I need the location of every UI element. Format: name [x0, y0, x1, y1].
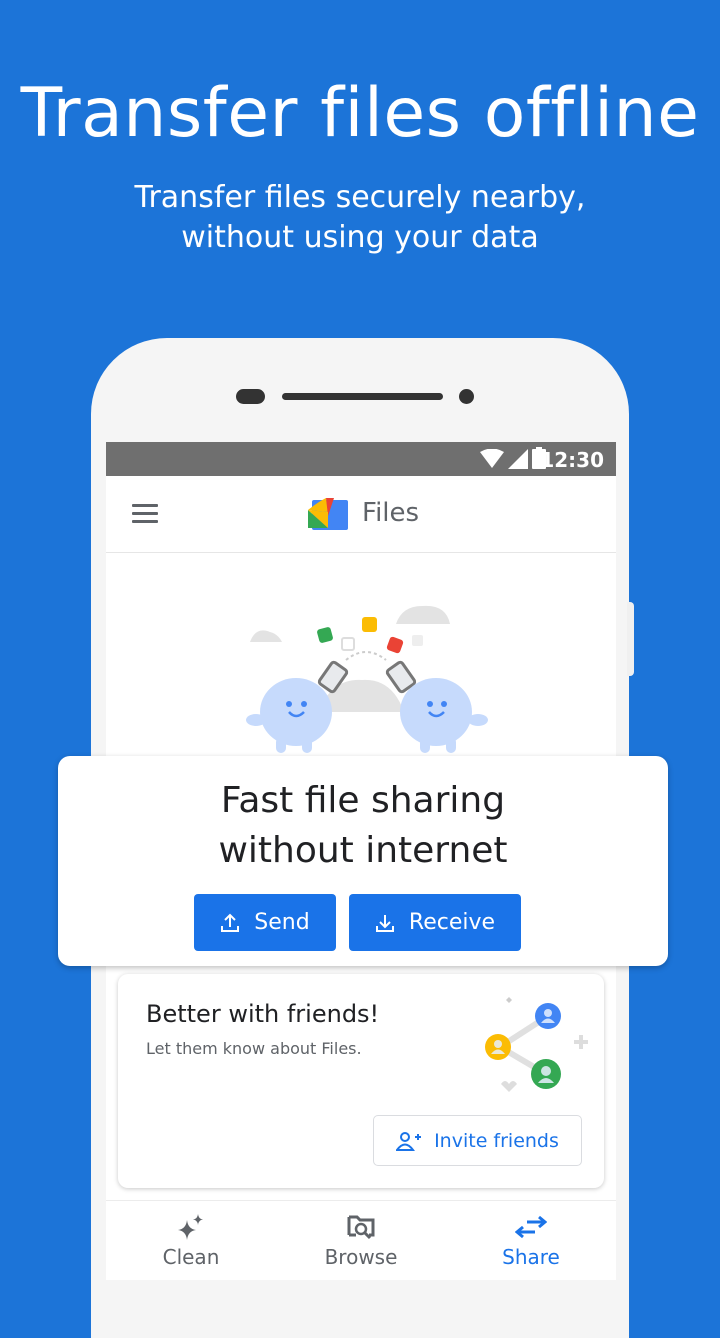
nav-item-browse[interactable]: Browse: [291, 1211, 431, 1269]
phone-speaker: [282, 393, 443, 400]
friends-card-subtitle: Let them know about Files.: [146, 1039, 362, 1058]
receive-label: Receive: [408, 910, 496, 935]
invite-friends-button[interactable]: Invite friends: [373, 1115, 582, 1166]
bottom-nav: Clean Browse Share: [106, 1200, 616, 1280]
status-time: 12:30: [540, 448, 604, 472]
right-character: [400, 678, 488, 753]
download-icon: [375, 914, 394, 932]
phone-camera: [459, 389, 474, 404]
nav-label-clean: Clean: [162, 1245, 220, 1269]
sparkle-icon: [178, 1214, 203, 1240]
files-logo-icon: [308, 498, 348, 530]
friends-card-title: Better with friends!: [146, 1000, 380, 1028]
person-add-icon: [396, 1131, 422, 1151]
phone-side-button: [627, 602, 634, 676]
nav-item-clean[interactable]: Clean: [121, 1211, 261, 1269]
invite-friends-label: Invite friends: [434, 1129, 559, 1152]
nav-item-share[interactable]: Share: [461, 1211, 601, 1269]
send-label: Send: [254, 910, 310, 935]
signal-icon: [508, 449, 528, 469]
folder-search-icon: [347, 1215, 375, 1240]
share-network-illustration: [485, 997, 588, 1092]
share-card-title-line2: without internet: [218, 830, 508, 871]
swap-arrows-icon: [515, 1215, 547, 1239]
app-bar: Files: [106, 476, 616, 553]
share-card: Fast file sharing without internet Send …: [58, 756, 668, 966]
file-sharing-illustration: [246, 605, 488, 753]
nav-label-share: Share: [502, 1245, 560, 1269]
hero-subtitle: Transfer files securely nearby, without …: [0, 178, 720, 258]
app-title: Files: [362, 498, 420, 528]
hero-subtitle-line2: without using your data: [181, 220, 539, 255]
upload-icon: [221, 913, 240, 932]
hero-subtitle-line1: Transfer files securely nearby,: [134, 180, 586, 215]
left-character: [246, 678, 332, 753]
phone-sensor: [236, 389, 265, 404]
status-icons: [480, 447, 546, 469]
send-button[interactable]: Send: [194, 894, 336, 951]
share-card-title: Fast file sharing without internet: [58, 776, 668, 876]
wifi-icon: [480, 449, 504, 468]
friends-card: Better with friends! Let them know about…: [118, 974, 604, 1188]
hero-title: Transfer files offline: [20, 74, 700, 153]
hamburger-menu-icon[interactable]: [132, 504, 158, 524]
status-bar: 12:30: [106, 442, 616, 476]
receive-button[interactable]: Receive: [349, 894, 521, 951]
share-card-title-line1: Fast file sharing: [220, 780, 506, 821]
nav-label-browse: Browse: [324, 1245, 398, 1269]
